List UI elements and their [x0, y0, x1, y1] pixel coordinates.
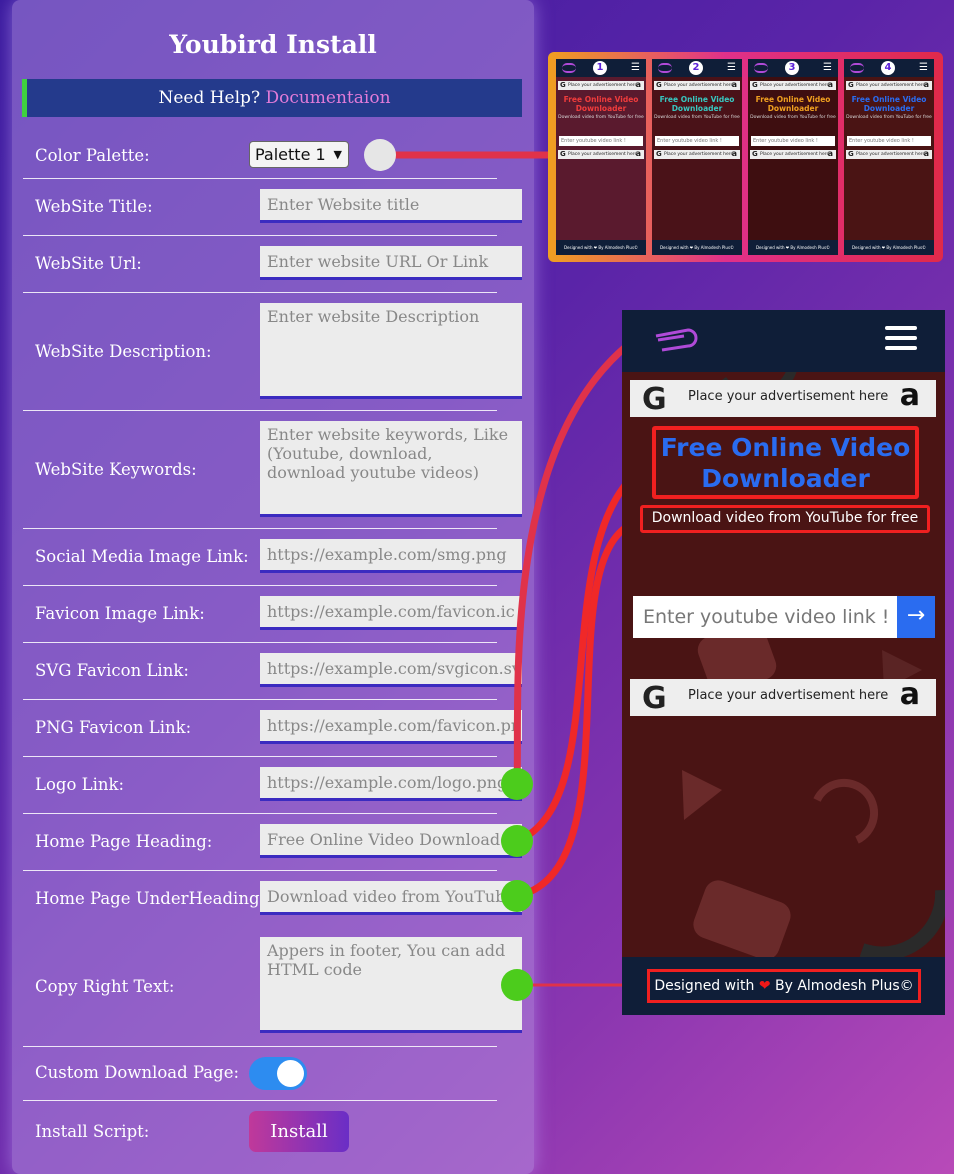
logo-icon [655, 328, 698, 352]
hamburger-menu-icon[interactable] [885, 326, 917, 352]
preview-navbar [622, 310, 945, 372]
ad-text: Place your advertisement here [688, 389, 889, 404]
palette-previews: 1☰ Place your advertisement here Free On… [548, 52, 943, 262]
copyright-connector-dot [501, 969, 533, 1001]
amazon-icon: a [899, 378, 920, 413]
palette-thumb-1[interactable]: 1☰ Place your advertisement here Free On… [556, 59, 646, 255]
footer-suffix: By Almodesh Plus© [775, 978, 914, 994]
amazon-icon: a [899, 677, 920, 712]
google-icon: G [642, 382, 667, 417]
footer-prefix: Designed with [654, 978, 755, 994]
heading-connector-dot [501, 825, 533, 857]
ad-text: Place your advertisement here [688, 688, 889, 703]
palette-thumb-2[interactable]: 2☰ Place your advertisement here Free On… [652, 59, 742, 255]
palette-thumb-4[interactable]: 4☰ Place your advertisement here Free On… [844, 59, 934, 255]
footer-credit: Designed with ❤ By Almodesh Plus© [647, 969, 921, 1003]
preview-heading: Free Online Video Downloader [652, 426, 919, 499]
palette-thumb-3[interactable]: 3☰ Place your advertisement here Free On… [748, 59, 838, 255]
submit-arrow-button[interactable]: → [897, 596, 935, 638]
preview-subheading: Download video from YouTube for free [640, 505, 930, 533]
ad-banner-bottom[interactable]: G Place your advertisement here a [630, 677, 936, 716]
heart-icon: ❤ [758, 978, 771, 994]
preview-footer: Designed with ❤ By Almodesh Plus© [622, 957, 945, 1015]
google-icon: G [642, 681, 667, 716]
subheading-connector-dot [501, 880, 533, 912]
palette-connector-dot [364, 139, 396, 171]
video-link-input[interactable]: Enter youtube video link ! [633, 596, 897, 638]
logo-connector-dot [501, 768, 533, 800]
ad-banner-top[interactable]: G Place your advertisement here a [630, 378, 936, 417]
site-preview: G Place your advertisement here a Free O… [622, 310, 945, 1015]
